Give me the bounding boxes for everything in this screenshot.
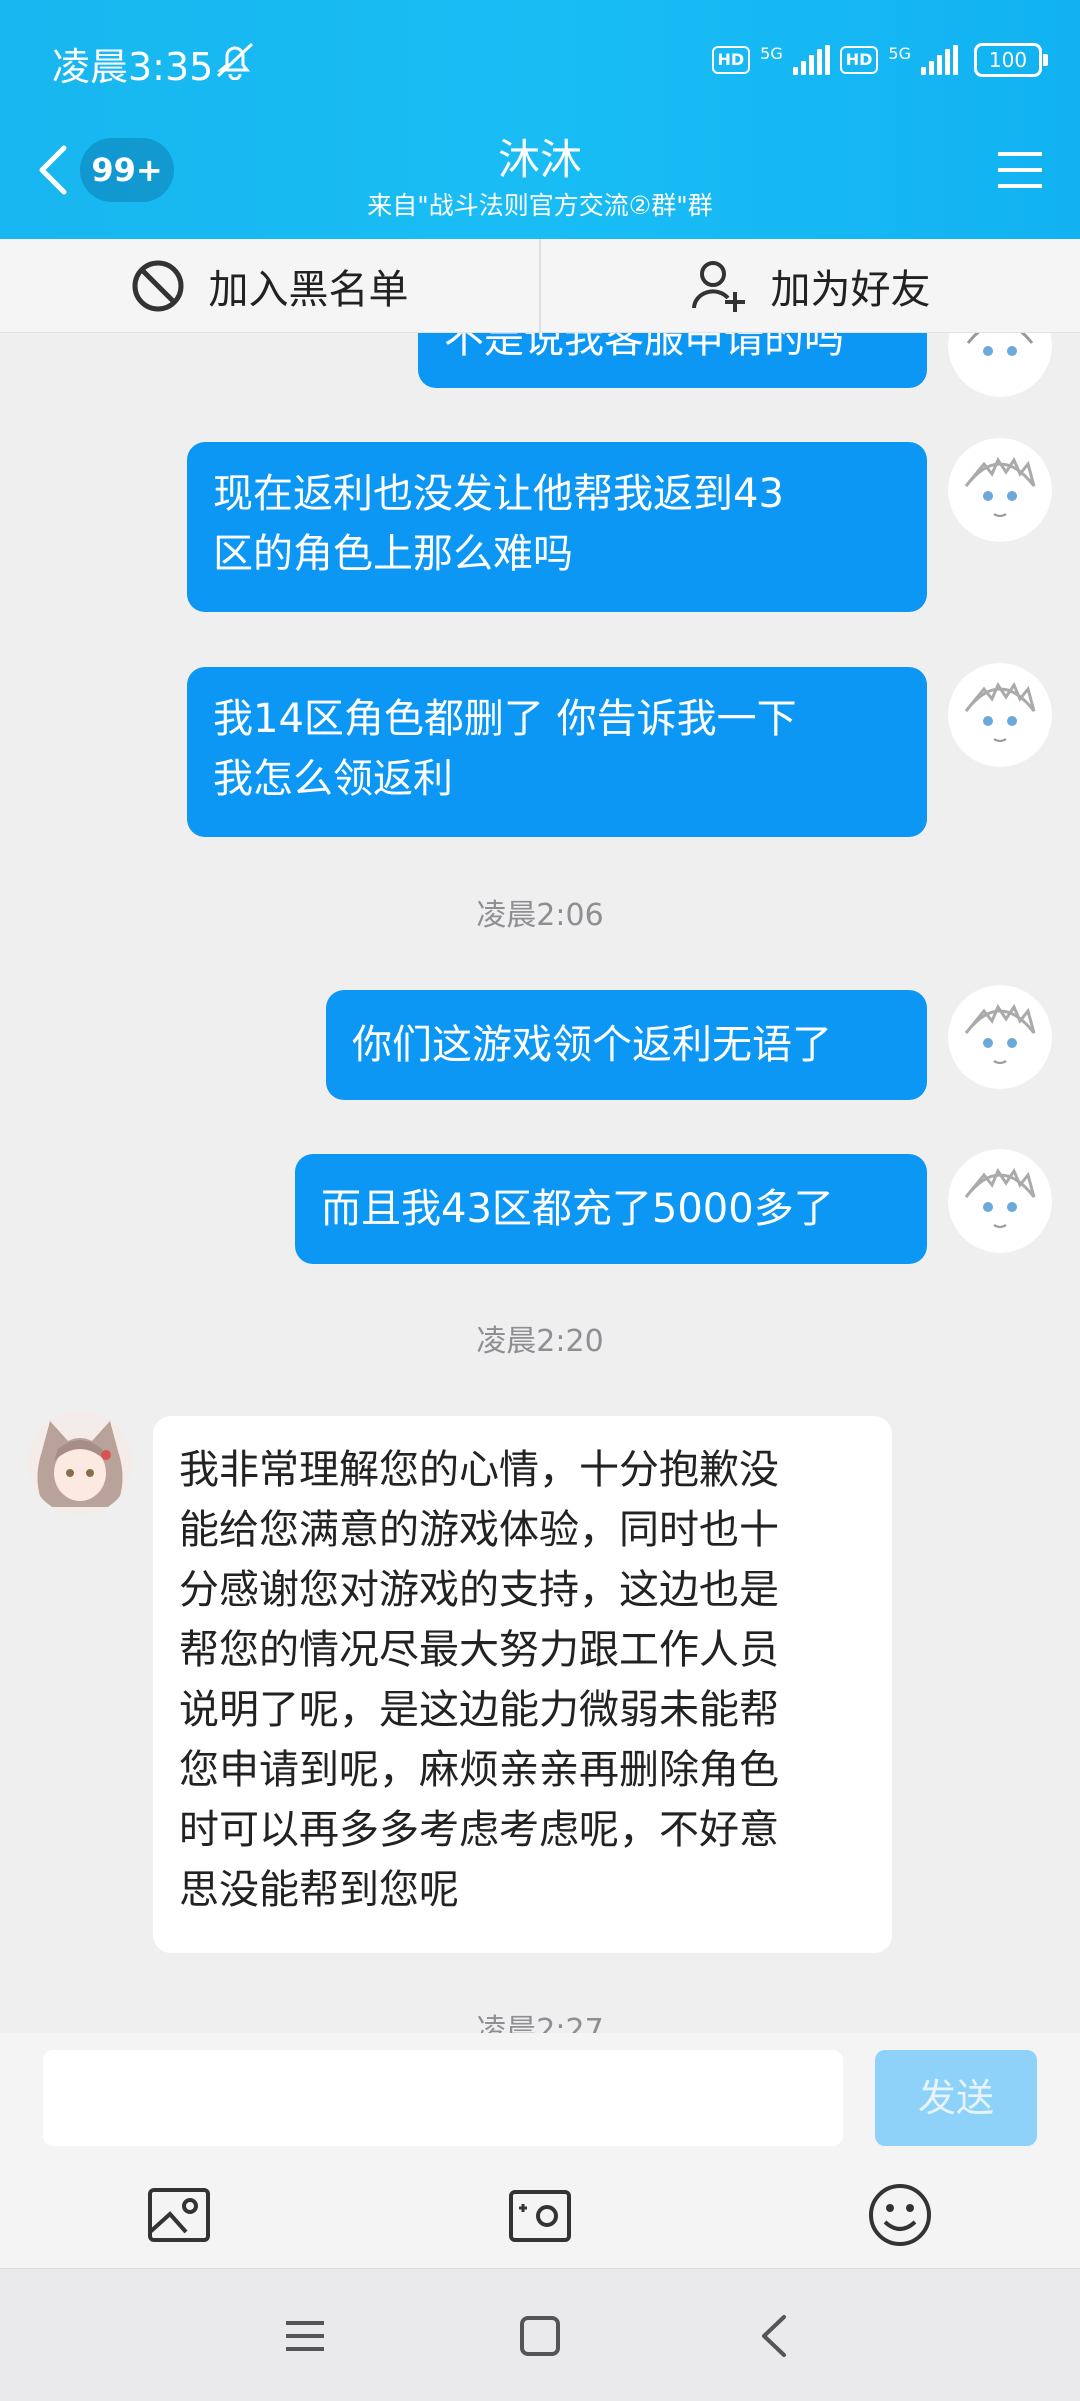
network-type-2: 5G [888, 43, 911, 63]
status-time: 凌晨3:35 [52, 45, 214, 89]
message-text: 而且我43区都充了5000多了 [321, 1186, 834, 1232]
add-friend-icon [691, 260, 745, 312]
user-avatar-image [948, 438, 1052, 542]
message-line: 分感谢您对游戏的支持，这边也是 [179, 1567, 779, 1613]
nav-home-icon[interactable] [515, 2311, 565, 2361]
message-line: 我14区角色都删了 你告诉我一下 [213, 696, 797, 742]
user-avatar-image [948, 1149, 1052, 1253]
message-line: 区的角色上那么难吗 [213, 531, 573, 577]
signal-icon-2 [921, 45, 958, 75]
message-input-bar: 发送 [0, 2033, 1080, 2160]
chat-header: 凌晨3:35 HD 5G HD 5G 100 99+ 沐沐 来自"战斗法则官方交… [0, 0, 1080, 239]
avatar[interactable] [948, 1149, 1052, 1253]
stranger-action-bar: 加入黑名单 加为好友 [0, 239, 1080, 333]
contact-avatar-image [28, 1411, 132, 1515]
avatar[interactable] [948, 333, 1052, 397]
nav-menu-icon[interactable] [280, 2311, 330, 2361]
message-bubble[interactable]: 不是说我客服申请的吗 [418, 333, 927, 388]
message-line: 能给您满意的游戏体验，同时也十 [179, 1507, 779, 1553]
message-bubble[interactable]: 我非常理解您的心情，十分抱歉没 能给您满意的游戏体验，同时也十 分感谢您对游戏的… [153, 1416, 892, 1953]
message-bubble[interactable]: 你们这游戏领个返利无语了 [326, 990, 927, 1100]
message-line: 时可以再多多考虑考虑呢，不好意 [179, 1807, 779, 1853]
system-navigation-bar [0, 2268, 1080, 2401]
network-type: 5G [760, 43, 783, 63]
add-to-blacklist-button[interactable]: 加入黑名单 [0, 239, 539, 332]
add-friend-button[interactable]: 加为好友 [541, 239, 1080, 332]
message-line: 我非常理解您的心情，十分抱歉没 [179, 1447, 779, 1493]
user-avatar-image [948, 985, 1052, 1089]
message-timestamp: 凌晨2:27 [476, 2013, 604, 2033]
page-title: 沐沐 [497, 135, 582, 184]
camera-icon[interactable] [507, 2182, 573, 2248]
message-timestamp: 凌晨2:06 [476, 898, 604, 933]
blacklist-label: 加入黑名单 [208, 266, 409, 313]
message-line: 现在返利也没发让他帮我返到43 [213, 471, 784, 517]
message-list[interactable]: 不是说我客服申请的吗 现在返利也没发让他帮我返到43 区的角色上那么难吗 我14… [0, 333, 1080, 2033]
message-text: 不是说我客服申请的吗 [444, 333, 844, 362]
hd-badge-2: HD [839, 46, 879, 74]
block-icon [132, 260, 183, 311]
input-toolbar [0, 2160, 1080, 2268]
message-timestamp: 凌晨2:20 [476, 1324, 604, 1359]
message-line: 您申请到呢，麻烦亲亲再删除角色 [179, 1747, 779, 1793]
battery-icon: 100 [974, 43, 1048, 77]
message-line: 思没能帮到您呢 [179, 1867, 459, 1913]
avatar[interactable] [28, 1411, 132, 1515]
message-input[interactable] [43, 2050, 843, 2146]
hd-badge: HD [711, 46, 751, 74]
notification-off-icon [216, 42, 254, 80]
user-avatar-image [948, 663, 1052, 767]
message-bubble[interactable]: 我14区角色都删了 你告诉我一下 我怎么领返利 [187, 667, 927, 837]
avatar[interactable] [948, 985, 1052, 1089]
send-button[interactable]: 发送 [875, 2050, 1037, 2146]
message-bubble[interactable]: 而且我43区都充了5000多了 [295, 1154, 927, 1264]
status-indicators: HD 5G HD 5G 100 [711, 38, 1048, 82]
message-line: 说明了呢，是这边能力微弱未能帮 [179, 1687, 779, 1733]
message-text: 你们这游戏领个返利无语了 [352, 1022, 832, 1068]
avatar[interactable] [948, 438, 1052, 542]
menu-icon[interactable] [998, 150, 1042, 190]
message-line: 帮您的情况尽最大努力跟工作人员 [179, 1627, 779, 1673]
emoji-icon[interactable] [867, 2182, 933, 2248]
message-bubble[interactable]: 现在返利也没发让他帮我返到43 区的角色上那么难吗 [187, 442, 927, 612]
user-avatar-image [948, 333, 1052, 397]
avatar[interactable] [948, 663, 1052, 767]
add-friend-label: 加为好友 [770, 266, 931, 313]
image-icon[interactable] [146, 2182, 212, 2248]
message-line: 我怎么领返利 [213, 756, 453, 802]
signal-icon [792, 45, 830, 75]
page-subtitle: 来自"战斗法则官方交流②群"群 [367, 191, 713, 220]
nav-back-icon[interactable] [750, 2311, 800, 2361]
